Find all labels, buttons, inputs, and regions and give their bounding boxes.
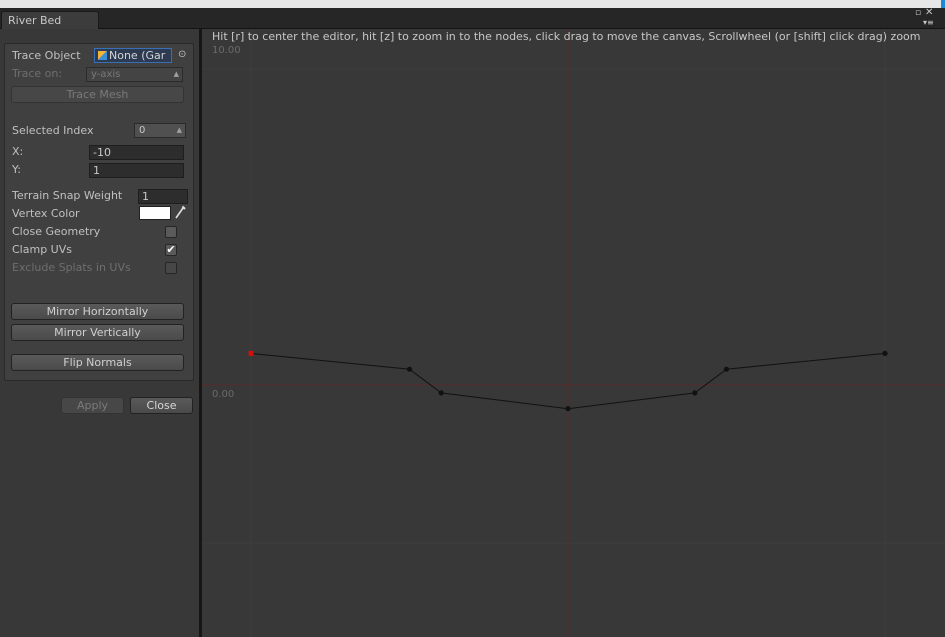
inspector-panel: Trace Object None (Gar ⊙ Trace on: y-axi… — [4, 43, 194, 381]
selected-index-dropdown[interactable]: 0 ▲ — [134, 123, 186, 138]
x-label: X: — [12, 145, 24, 158]
x-field[interactable]: -10 — [89, 145, 184, 160]
path-node[interactable] — [692, 390, 698, 396]
close-geometry-label: Close Geometry — [12, 225, 101, 238]
close-geometry-checkbox[interactable] — [165, 226, 177, 238]
exclude-splats-checkbox[interactable] — [165, 262, 177, 274]
close-icon[interactable]: ✕ — [925, 8, 933, 18]
terrain-snap-weight-label: Terrain Snap Weight — [12, 189, 123, 202]
path-node[interactable] — [565, 406, 571, 412]
path-node-selected[interactable] — [248, 350, 254, 356]
selected-index-value: 0 — [139, 125, 146, 136]
tab-river-bed[interactable]: River Bed — [1, 11, 99, 29]
trace-on-dropdown[interactable]: y-axis ▲ — [86, 67, 183, 82]
grid-lines — [202, 29, 945, 637]
prefab-icon — [98, 51, 107, 60]
context-menu-icon[interactable]: ▾≡ — [923, 18, 934, 27]
eyedropper-icon[interactable] — [174, 205, 186, 219]
flip-normals-button[interactable]: Flip Normals — [11, 354, 184, 371]
maximize-icon[interactable]: ▫ — [915, 9, 921, 18]
apply-button[interactable]: Apply — [61, 397, 124, 414]
path-editor-canvas[interactable]: 10.00 0.00 Hit [r] to center the editor,… — [202, 29, 945, 637]
mirror-horizontally-button[interactable]: Mirror Horizontally — [11, 303, 184, 320]
checkmark-icon: ✔ — [166, 243, 176, 256]
window-controls: ▫ ✕ ▾≡ — [909, 8, 939, 28]
clamp-uvs-label: Clamp UVs — [12, 243, 72, 256]
window-title-bar — [0, 0, 945, 8]
vertex-color-swatch[interactable] — [139, 206, 171, 220]
dropdown-arrows-icon: ▲ — [173, 70, 179, 78]
settings-pane: Trace Object None (Gar ⊙ Trace on: y-axi… — [0, 29, 199, 637]
trace-object-field[interactable]: None (Gar — [94, 48, 172, 63]
path-node[interactable] — [406, 366, 413, 372]
object-picker-icon[interactable]: ⊙ — [178, 48, 186, 62]
mirror-vertically-button[interactable]: Mirror Vertically — [11, 324, 184, 341]
editor-hint: Hit [r] to center the editor, hit [z] to… — [212, 30, 921, 43]
path-graph[interactable]: 10.00 0.00 — [202, 29, 945, 637]
y-field[interactable]: 1 — [89, 163, 184, 178]
trace-object-label: Trace Object — [12, 49, 81, 62]
tab-strip: River Bed ▫ ✕ ▾≡ — [0, 8, 945, 29]
exclude-splats-label: Exclude Splats in UVs — [12, 261, 131, 274]
y-axis-label-top: 10.00 — [212, 45, 241, 56]
selected-index-label: Selected Index — [12, 124, 94, 137]
title-bar-accent — [941, 0, 945, 8]
trace-on-value: y-axis — [91, 69, 121, 80]
y-axis-label-origin: 0.00 — [212, 389, 234, 400]
trace-mesh-button[interactable]: Trace Mesh — [11, 86, 184, 103]
path-node[interactable] — [438, 390, 444, 396]
y-label: Y: — [12, 163, 21, 176]
clamp-uvs-checkbox[interactable]: ✔ — [165, 244, 177, 256]
dropdown-arrows-icon: ▲ — [176, 126, 182, 134]
close-button[interactable]: Close — [130, 397, 193, 414]
trace-object-value: None (Gar — [109, 49, 166, 62]
terrain-snap-weight-field[interactable]: 1 — [138, 189, 188, 204]
path-node[interactable] — [882, 350, 888, 356]
trace-on-label: Trace on: — [12, 67, 63, 80]
vertex-color-label: Vertex Color — [12, 207, 80, 220]
path-node[interactable] — [723, 366, 730, 372]
